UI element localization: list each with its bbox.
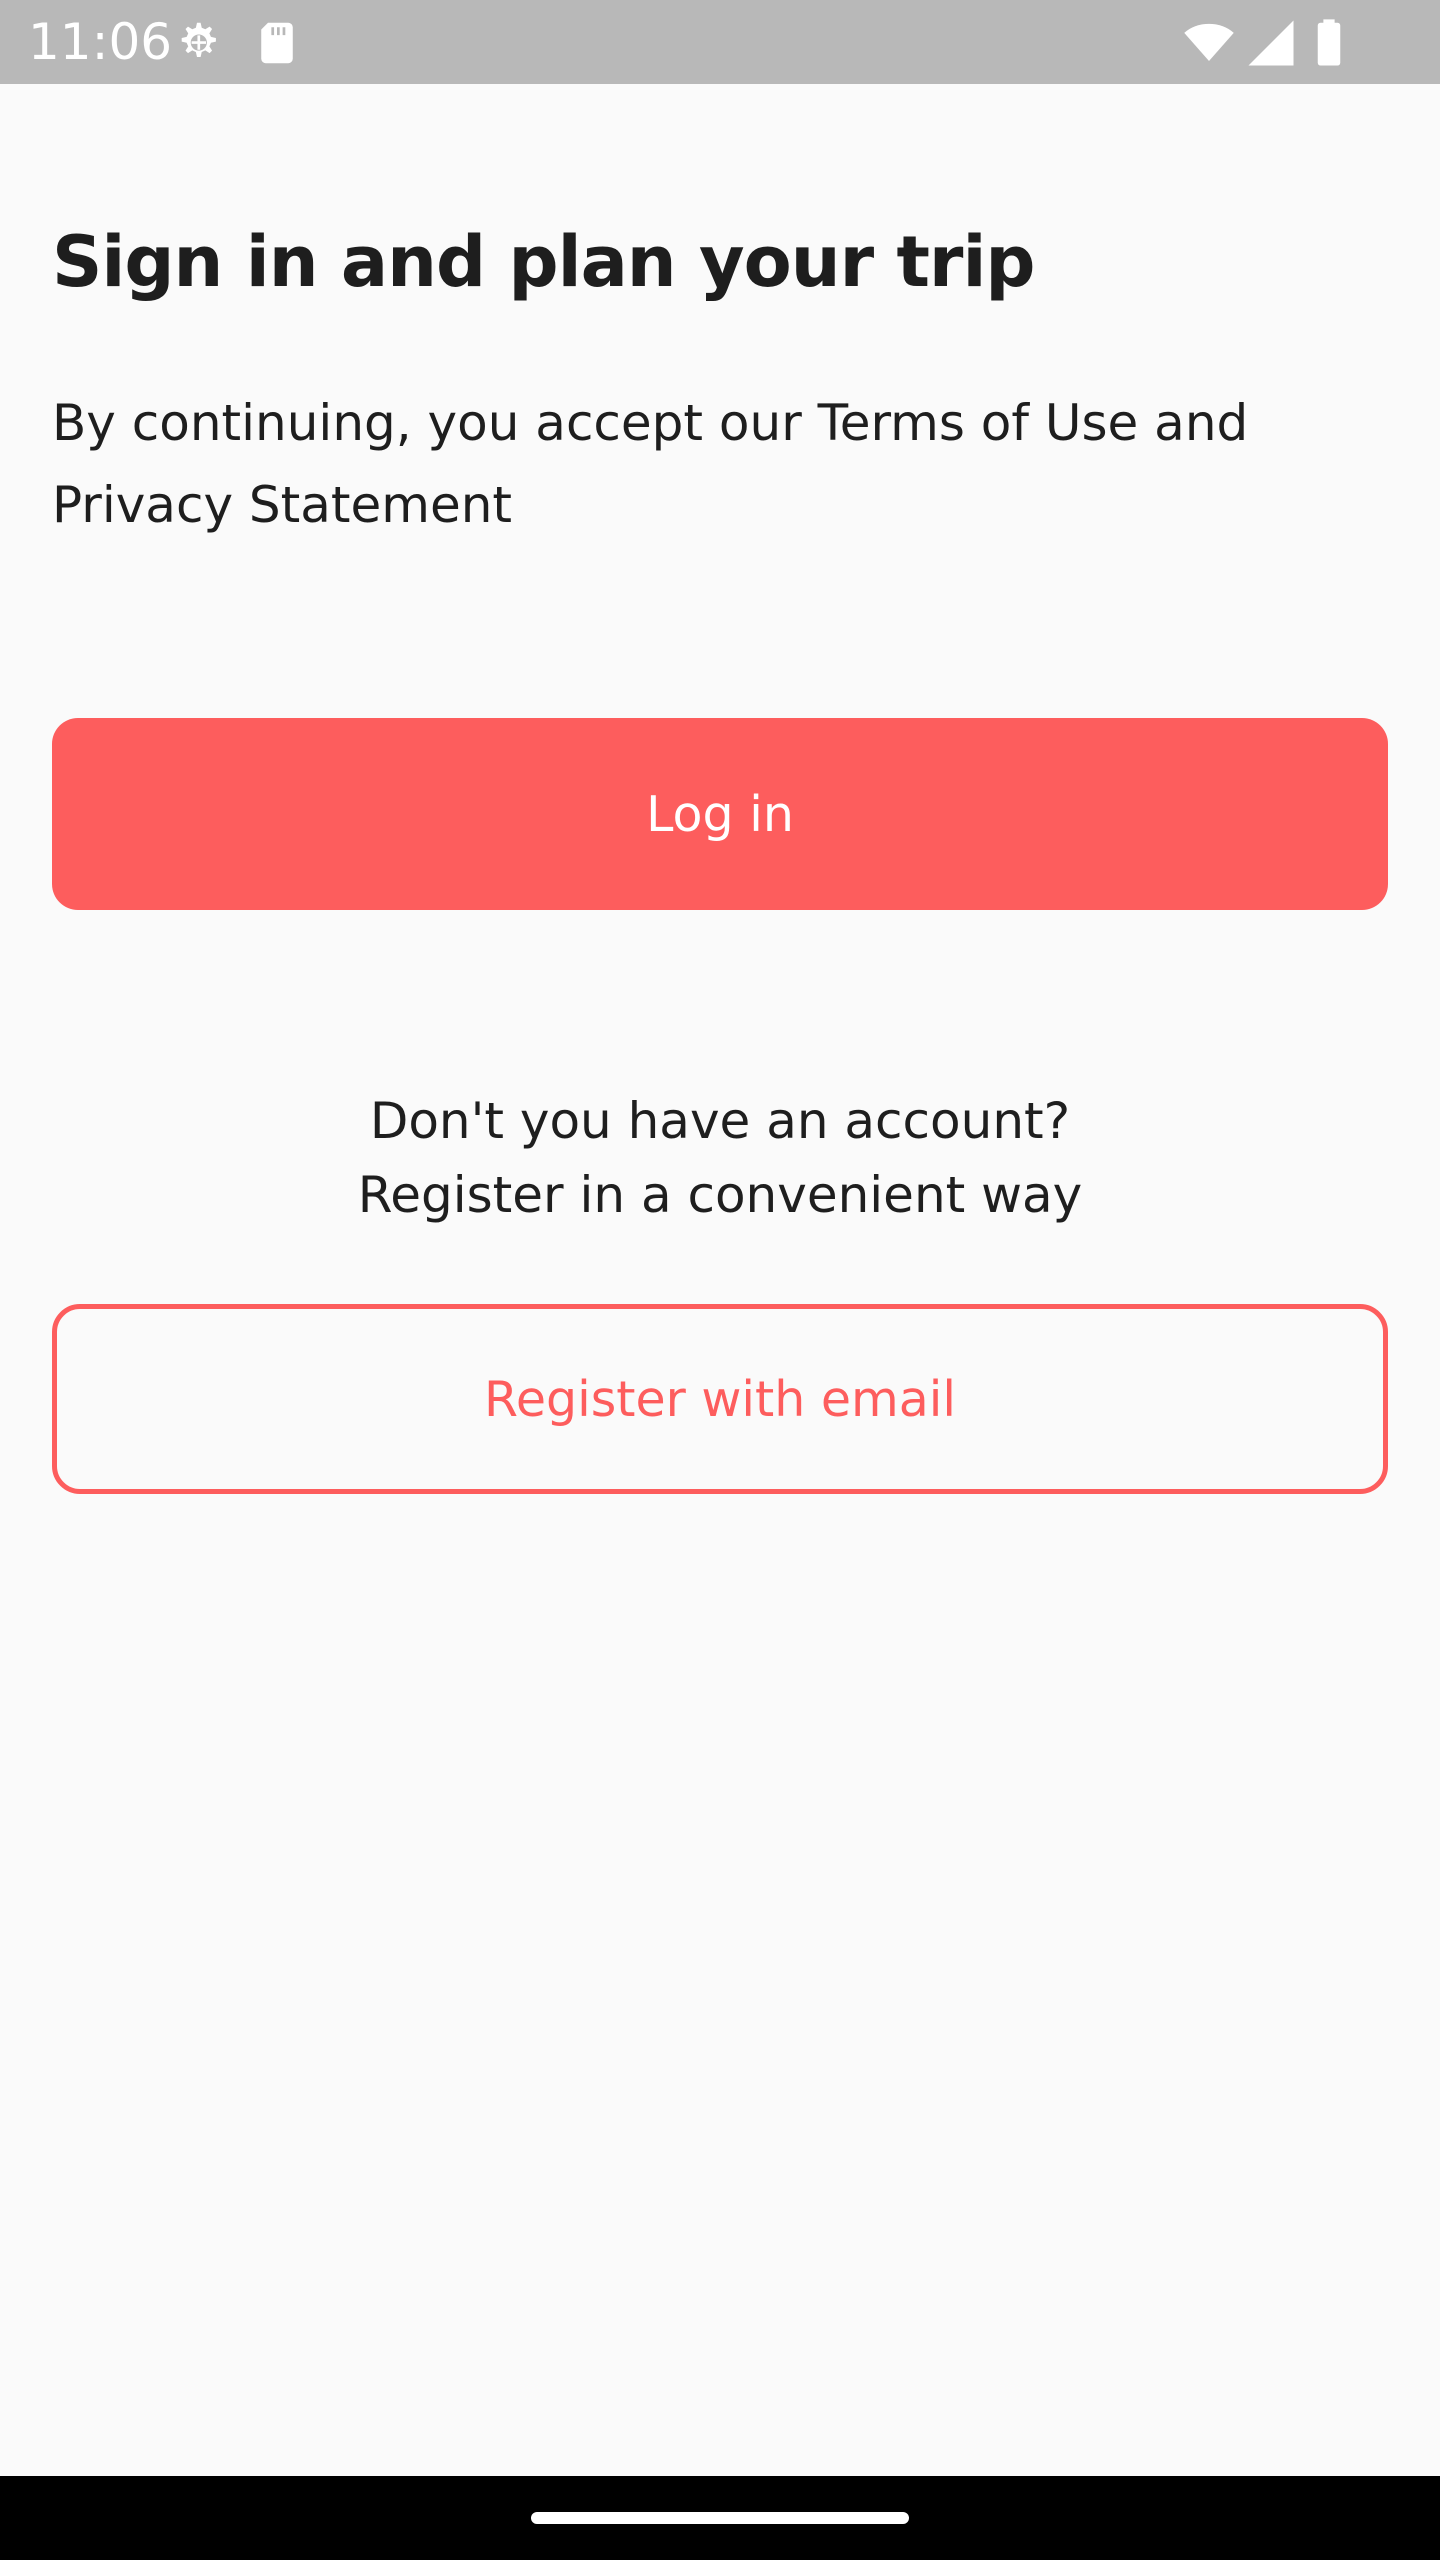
- wifi-icon: [1182, 16, 1236, 70]
- register-button-label: Register with email: [484, 1370, 956, 1428]
- status-bar: 11:06: [0, 0, 1440, 84]
- login-button-label: Log in: [646, 785, 794, 843]
- register-prompt-line1: Don't you have an account?: [369, 1092, 1071, 1150]
- status-time: 11:06: [28, 13, 173, 71]
- register-with-email-button[interactable]: Register with email: [52, 1304, 1388, 1494]
- cell-signal-icon: [1244, 16, 1298, 70]
- battery-icon: [1302, 16, 1356, 70]
- settings-gear-icon: [170, 16, 224, 70]
- page-title: Sign in and plan your trip: [52, 221, 1036, 303]
- home-gesture-handle[interactable]: [531, 2512, 909, 2524]
- sign-in-screen: 11:06 Sign in and plan your trip By cont…: [0, 0, 1440, 2560]
- terms-text: By continuing, you accept our Terms of U…: [52, 394, 1249, 534]
- login-button[interactable]: Log in: [52, 718, 1388, 910]
- sd-card-icon: [250, 16, 304, 70]
- register-prompt: Don't you have an account? Register in a…: [52, 1084, 1388, 1232]
- register-prompt-line2: Register in a convenient way: [357, 1166, 1083, 1224]
